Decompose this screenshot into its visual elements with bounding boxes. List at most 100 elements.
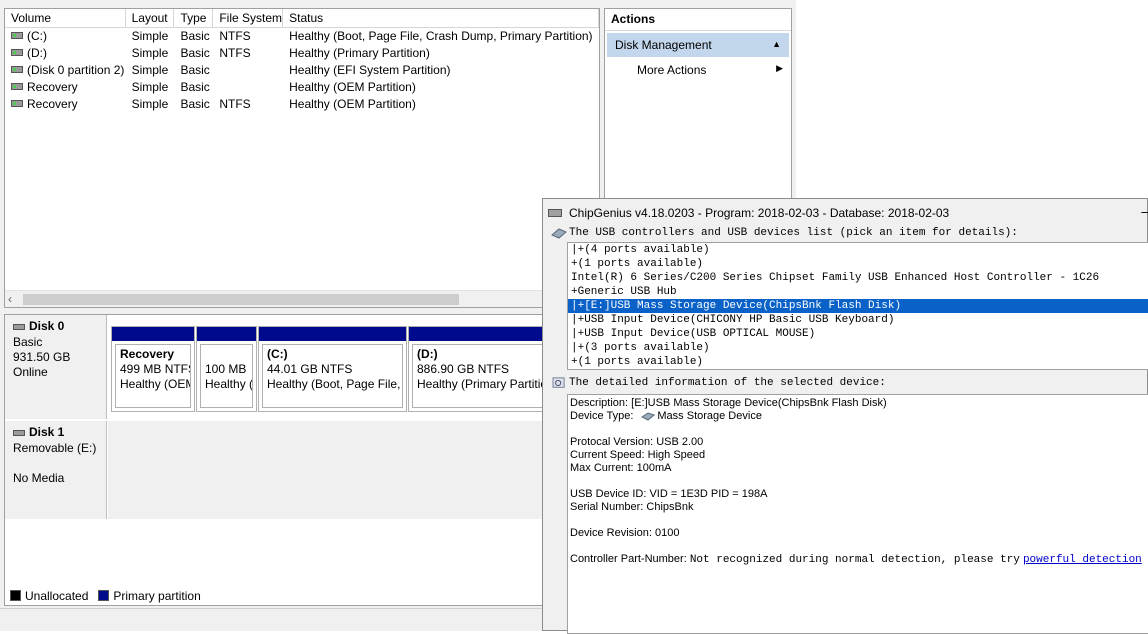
partition-size: 100 MB <box>205 362 247 376</box>
disk0-name: Disk 0 <box>29 319 65 333</box>
close-icon[interactable]: – <box>1141 203 1148 219</box>
volume-status: Healthy (OEM Partition) <box>289 80 416 94</box>
volume-row[interactable]: (C:) Simple Basic NTFS Healthy (Boot, Pa… <box>5 28 599 45</box>
partition-name: Recovery <box>120 347 175 361</box>
partition-status: Healthy ( <box>205 377 253 391</box>
magnifier-icon <box>552 377 565 388</box>
device-list[interactable]: |+(4 ports available) +(1 ports availabl… <box>567 242 1148 370</box>
volume-layout: Simple <box>131 46 169 60</box>
volume-name: (Disk 0 partition 2) <box>27 63 125 77</box>
actions-disk-management[interactable]: Disk Management ▲ <box>607 33 789 57</box>
usb-drive-icon <box>641 412 656 421</box>
usb-list-icon <box>551 228 567 239</box>
device-type-value: Mass Storage Device <box>657 410 762 422</box>
drive-icon <box>11 32 23 40</box>
legend-primary: Primary partition <box>113 589 201 603</box>
device-list-label: The USB controllers and USB devices list… <box>543 226 1147 242</box>
disk1-media: No Media <box>13 471 65 485</box>
volume-fs <box>213 79 283 96</box>
column-header-status[interactable]: Status <box>283 9 599 27</box>
controller-text: Not recognized during normal detection, … <box>689 554 1020 566</box>
detail-title: The detailed information of the selected… <box>569 377 886 389</box>
volume-row[interactable]: (Disk 0 partition 2) Simple Basic Health… <box>5 62 599 79</box>
partition-block[interactable]: Recovery 499 MB NTFS Healthy (OEM <box>111 326 195 412</box>
scroll-left-icon[interactable]: ‹ <box>8 292 12 306</box>
partition-status: Healthy (OEM <box>120 377 191 391</box>
disk-icon <box>13 429 25 436</box>
app-icon <box>548 209 562 217</box>
drive-icon <box>11 66 23 74</box>
volume-status: Healthy (OEM Partition) <box>289 97 416 111</box>
volume-fs: NTFS <box>219 97 251 111</box>
actions-section-label: Disk Management <box>615 38 712 52</box>
device-list-item[interactable]: +(1 ports available) <box>568 355 1148 369</box>
volume-type: Basic <box>180 80 210 94</box>
detail-revision: Device Revision: 0100 <box>570 527 680 539</box>
detail-protocol: Protocal Version: USB 2.00 <box>570 436 704 448</box>
legend-unallocated: Unallocated <box>25 589 89 603</box>
volume-list-header: Volume Layout Type File System Status <box>5 9 599 28</box>
chipgenius-window: ChipGenius v4.18.0203 - Program: 2018-02… <box>542 198 1148 634</box>
unallocated-swatch <box>10 590 21 602</box>
detail-max-current: Max Current: 100mA <box>570 462 672 474</box>
device-list-item[interactable]: |+USB Input Device(USB OPTICAL MOUSE) <box>568 327 1148 341</box>
disk-icon <box>13 323 25 330</box>
volume-layout: Simple <box>131 63 169 77</box>
column-header-type[interactable]: Type <box>174 9 214 27</box>
volume-row[interactable]: (D:) Simple Basic NTFS Healthy (Primary … <box>5 45 599 62</box>
column-header-volume[interactable]: Volume <box>5 9 126 27</box>
drive-icon <box>11 100 23 108</box>
column-header-layout[interactable]: Layout <box>126 9 175 27</box>
detail-serial: Serial Number: ChipsBnk <box>570 501 694 513</box>
detail-label: The detailed information of the selected… <box>543 376 1147 392</box>
more-actions-item[interactable]: More Actions ▶ <box>605 57 791 81</box>
device-list-item[interactable]: |+(4 ports available) <box>568 243 1148 257</box>
partition-status: Healthy (Boot, Page File, <box>267 377 401 391</box>
detail-device-type: Device Type: Mass Storage Device <box>570 410 1148 423</box>
volume-type: Basic <box>180 46 210 60</box>
disk0-state: Online <box>13 365 48 379</box>
primary-partition-bar <box>259 327 406 341</box>
volume-type: Basic <box>180 29 210 43</box>
volume-row[interactable]: Recovery Simple Basic Healthy (OEM Parti… <box>5 79 599 96</box>
volume-status: Healthy (Boot, Page File, Crash Dump, Pr… <box>289 29 593 43</box>
drive-icon <box>11 83 23 91</box>
primary-swatch <box>98 590 110 602</box>
volume-name: Recovery <box>27 80 78 94</box>
disk1-type: Removable (E:) <box>13 441 97 455</box>
powerful-detection-link[interactable]: powerful detection <box>1023 554 1142 566</box>
submenu-arrow-icon: ▶ <box>776 63 783 73</box>
device-list-item[interactable]: |+USB Input Device(CHICONY HP Basic USB … <box>568 313 1148 327</box>
partition-block[interactable]: (C:) 44.01 GB NTFS Healthy (Boot, Page F… <box>258 326 407 412</box>
disk1-name: Disk 1 <box>29 425 65 439</box>
disk1-label[interactable]: Disk 1 Removable (E:) No Media <box>5 421 107 519</box>
device-detail-panel[interactable]: Description: [E:]USB Mass Storage Device… <box>567 394 1148 634</box>
volume-layout: Simple <box>131 80 169 94</box>
volume-name: (C:) <box>27 29 47 43</box>
actions-title: Actions <box>605 9 791 31</box>
detail-speed: Current Speed: High Speed <box>570 449 706 461</box>
collapse-up-icon[interactable]: ▲ <box>772 39 781 49</box>
volume-fs: NTFS <box>219 29 251 43</box>
disk0-size: 931.50 GB <box>13 350 71 364</box>
primary-partition-bar <box>112 327 194 341</box>
device-list-item[interactable]: |+(3 ports available) <box>568 341 1148 355</box>
drive-icon <box>11 49 23 57</box>
window-title-bar[interactable]: ChipGenius v4.18.0203 - Program: 2018-02… <box>543 199 1148 225</box>
detail-description: Description: [E:]USB Mass Storage Device… <box>570 397 887 409</box>
device-list-item[interactable]: Intel(R) 6 Series/C200 Series Chipset Fa… <box>568 271 1148 285</box>
volume-type: Basic <box>180 63 210 77</box>
column-header-file-system[interactable]: File System <box>213 9 284 27</box>
disk0-type: Basic <box>13 335 43 349</box>
device-type-label: Device Type: <box>570 410 634 422</box>
volume-row[interactable]: Recovery Simple Basic NTFS Healthy (OEM … <box>5 96 599 113</box>
device-list-item[interactable]: +(1 ports available) <box>568 257 1148 271</box>
device-list-item[interactable]: +Generic USB Hub <box>568 285 1148 299</box>
controller-label: Controller Part-Number: <box>570 553 687 565</box>
horizontal-scrollbar[interactable]: ‹ <box>5 290 599 307</box>
legend: Unallocated Primary partition <box>4 586 207 606</box>
disk0-label[interactable]: Disk 0 Basic 931.50 GB Online <box>5 315 107 419</box>
scrollbar-thumb[interactable] <box>23 294 459 305</box>
partition-block[interactable]: 100 MB Healthy ( <box>196 326 257 412</box>
device-list-item-selected[interactable]: |+[E:]USB Mass Storage Device(ChipsBnk F… <box>568 299 1148 313</box>
